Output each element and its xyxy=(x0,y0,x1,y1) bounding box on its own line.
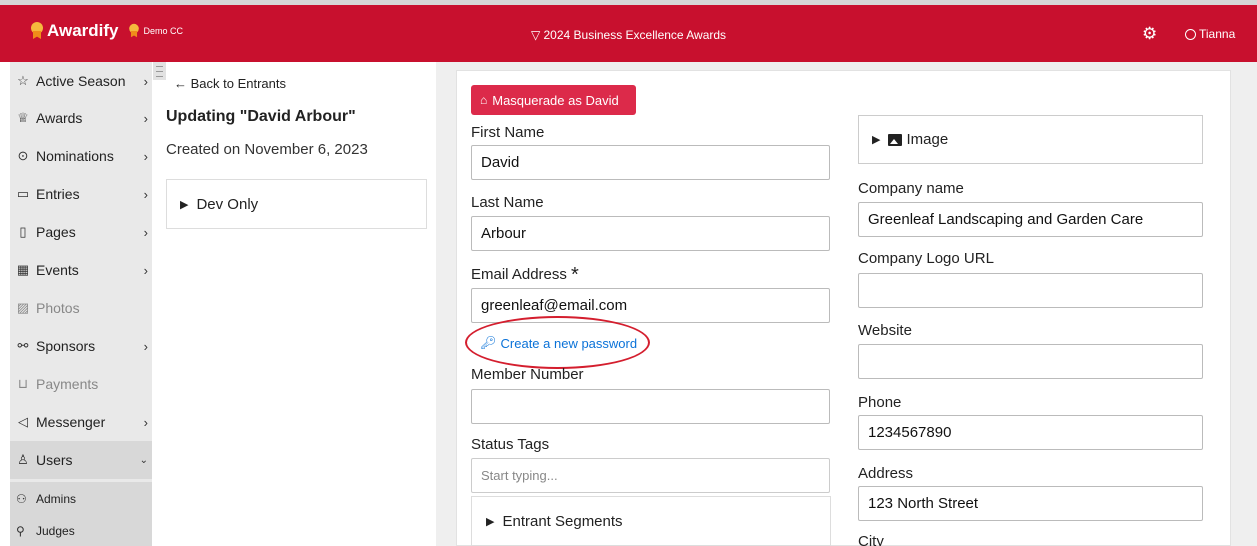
sidebar-subitem-label: Admins xyxy=(36,491,77,506)
sidebar-collapse-handle[interactable] xyxy=(153,62,166,80)
triangle-right-icon: ▶ xyxy=(180,198,189,211)
last-name-field[interactable]: Arbour xyxy=(471,216,830,251)
sidebar-item-label: Pages xyxy=(36,224,76,240)
sidebar-item-label: Sponsors xyxy=(36,338,96,354)
season-title[interactable]: ▽ 2024 Business Excellence Awards xyxy=(0,28,1257,42)
sidebar-item-awards[interactable]: ♕ Awards › xyxy=(10,99,152,137)
sidebar-item-photos[interactable]: ▨ Photos xyxy=(10,289,152,327)
user-icon: ♙ xyxy=(17,452,29,467)
image-label: Image xyxy=(906,131,949,148)
chevron-right-icon: › xyxy=(143,262,148,278)
chevron-down-icon: ⌄ xyxy=(139,454,148,466)
company-logo-url-field[interactable] xyxy=(858,273,1203,308)
inbox-icon: ▭ xyxy=(16,186,30,201)
photo-icon: ▨ xyxy=(16,300,30,315)
image-disclosure[interactable]: ▶ Image xyxy=(858,115,1203,164)
status-tags-input[interactable]: Start typing... xyxy=(471,458,830,493)
back-to-entrants-link[interactable]: ← Back to Entrants xyxy=(174,76,286,91)
sidebar-subitem-admins[interactable]: ⚇ Admins xyxy=(10,482,152,515)
chevron-right-icon: › xyxy=(143,73,148,89)
check-circle-icon: ⊙ xyxy=(17,148,29,163)
created-date: Created on November 6, 2023 xyxy=(166,141,368,158)
dev-only-label: Dev Only xyxy=(196,195,259,213)
masquerade-label: Masquerade as David xyxy=(492,92,619,108)
sidebar-item-label: Messenger xyxy=(36,414,106,430)
phone-label: Phone xyxy=(858,394,902,411)
entrant-segments-disclosure[interactable]: ▶ Entrant Segments xyxy=(471,496,831,546)
sidebar-item-sponsors[interactable]: ⚯ Sponsors › xyxy=(10,327,152,365)
last-name-label: Last Name xyxy=(471,194,544,211)
sidebar-item-pages[interactable]: ▯ Pages › xyxy=(10,213,152,251)
sidebar-item-events[interactable]: ▦ Events › xyxy=(10,251,152,289)
masquerade-button[interactable]: ⌂ Masquerade as David xyxy=(471,85,636,115)
create-password-link[interactable]: 🔑︎ Create a new password xyxy=(480,335,637,351)
chevron-right-icon: › xyxy=(143,224,148,240)
sidebar-item-label: Users xyxy=(36,452,73,468)
sidebar-subitem-judges[interactable]: ⚲ Judges xyxy=(10,515,152,546)
sidebar-item-label: Awards xyxy=(36,110,83,126)
sidebar-item-active-season[interactable]: ☆ Active Season › xyxy=(10,62,152,100)
sidebar-item-label: Payments xyxy=(36,376,99,392)
sidebar-item-label: Events xyxy=(36,262,79,278)
trophy-icon: ♕ xyxy=(17,110,29,125)
admins-icon: ⚇ xyxy=(16,491,27,506)
handshake-icon: ⚯ xyxy=(17,338,29,353)
dev-only-disclosure[interactable]: ▶ Dev Only xyxy=(166,179,427,229)
sidebar-item-nominations[interactable]: ⊙ Nominations › xyxy=(10,137,152,175)
member-number-label: Member Number xyxy=(471,366,584,383)
create-password-label: Create a new password xyxy=(500,335,638,351)
member-number-field[interactable] xyxy=(471,389,830,424)
city-label: City xyxy=(858,533,884,546)
sidebar-item-messenger[interactable]: ◁ Messenger › xyxy=(10,403,152,441)
sidebar-item-label: Active Season xyxy=(36,73,126,89)
chevron-right-icon: › xyxy=(143,148,148,164)
triangle-right-icon: ▶ xyxy=(486,515,495,528)
key-icon: 🔑︎ xyxy=(480,335,497,350)
sidebar-subitem-label: Judges xyxy=(36,523,75,538)
triangle-right-icon: ▶ xyxy=(872,134,881,146)
required-asterisk: * xyxy=(571,264,579,286)
address-field[interactable]: 123 North Street xyxy=(858,486,1203,521)
top-bar: Awardify Demo CC ▽ 2024 Business Excelle… xyxy=(0,0,1257,62)
email-label: Email Address * xyxy=(471,262,579,286)
sidebar-item-payments[interactable]: ⊔ Payments xyxy=(10,365,152,403)
first-name-field[interactable]: David xyxy=(471,145,830,180)
image-icon xyxy=(888,133,903,146)
sidebar-item-entries[interactable]: ▭ Entries › xyxy=(10,175,152,213)
sidebar-item-label: Entries xyxy=(36,186,80,202)
settings-gear-icon[interactable]: ⚙ xyxy=(1142,25,1160,43)
website-label: Website xyxy=(858,322,912,339)
send-icon: ◁ xyxy=(18,414,28,429)
company-logo-url-label: Company Logo URL xyxy=(858,250,994,267)
calendar-icon: ▦ xyxy=(16,262,30,277)
sidebar-item-label: Photos xyxy=(36,300,80,316)
user-icon xyxy=(1185,28,1196,40)
user-menu[interactable]: Tianna xyxy=(1185,27,1235,41)
website-field[interactable] xyxy=(858,344,1203,379)
chevron-right-icon: › xyxy=(143,110,148,126)
status-tags-label: Status Tags xyxy=(471,436,550,453)
user-name: Tianna xyxy=(1199,27,1236,41)
company-name-label: Company name xyxy=(858,180,964,197)
gavel-icon: ⚲ xyxy=(16,523,25,538)
chevron-right-icon: › xyxy=(143,186,148,202)
page-icon: ▯ xyxy=(19,224,27,239)
page-title: Updating "David Arbour" xyxy=(166,108,356,125)
cart-icon: ⊔ xyxy=(17,376,29,391)
address-label: Address xyxy=(858,465,914,482)
company-name-field[interactable]: Greenleaf Landscaping and Garden Care xyxy=(858,202,1203,237)
entrant-segments-label: Entrant Segments xyxy=(502,512,623,530)
email-label-text: Email Address xyxy=(471,266,567,283)
phone-field[interactable]: 1234567890 xyxy=(858,415,1203,450)
chevron-right-icon: › xyxy=(143,338,148,354)
first-name-label: First Name xyxy=(471,124,545,141)
building-icon: ⌂ xyxy=(480,93,488,107)
sidebar-item-label: Nominations xyxy=(36,148,114,164)
star-icon: ☆ xyxy=(17,73,29,88)
chevron-right-icon: › xyxy=(143,414,148,430)
sidebar-item-users[interactable]: ♙ Users ⌄ xyxy=(10,441,152,479)
